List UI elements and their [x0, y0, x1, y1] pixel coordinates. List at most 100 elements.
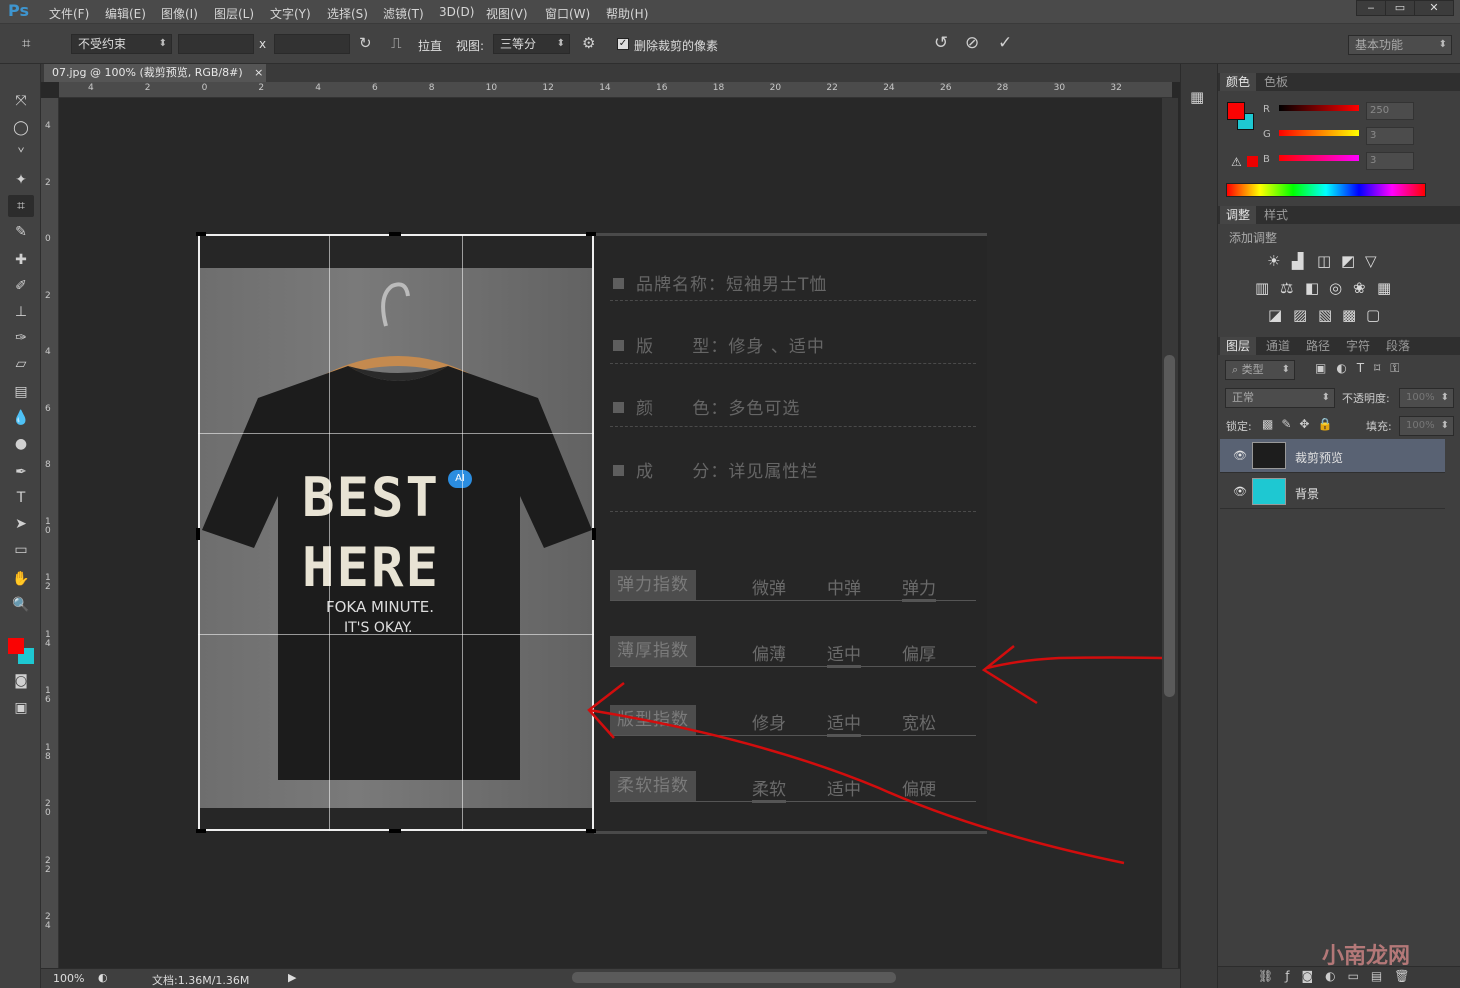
layer-filter-icons[interactable]: ▣◐T⌑⚿	[1315, 361, 1409, 376]
gamut-color-swatch[interactable]	[1247, 156, 1258, 167]
layer-row[interactable]: 👁 背景	[1220, 475, 1445, 509]
blue-slider[interactable]	[1279, 155, 1359, 161]
tab-character[interactable]: 字符	[1340, 337, 1376, 355]
green-value[interactable]: 3	[1366, 127, 1414, 145]
color-balance-icon[interactable]: ⚖	[1280, 279, 1293, 297]
eraser-icon[interactable]: ▱	[8, 353, 34, 375]
layer-name[interactable]: 背景	[1295, 485, 1319, 502]
layer-row-selected[interactable]: 👁 裁剪预览	[1220, 439, 1445, 473]
zoom-tool-icon[interactable]: 🔍	[8, 594, 34, 616]
crop-height-input[interactable]	[274, 34, 350, 54]
canvas-area[interactable]: 品牌名称：短袖男士T恤 版 型：修身 、适中 颜 色：多色可选 成 分：详见属性…	[59, 98, 1162, 968]
cancel-icon[interactable]: ⊘	[965, 33, 979, 53]
gear-icon[interactable]: ⚙	[582, 34, 595, 52]
hand-tool-icon[interactable]: ✋	[8, 568, 34, 590]
channel-mixer-icon[interactable]: ❀	[1353, 279, 1366, 297]
lasso-icon[interactable]: ᘁ	[8, 143, 34, 165]
tab-paths[interactable]: 路径	[1300, 337, 1336, 355]
tab-color[interactable]: 颜色	[1220, 73, 1257, 91]
healing-brush-icon[interactable]: ✚	[8, 249, 34, 271]
overlay-view-select[interactable]: 三等分	[493, 34, 570, 54]
blend-mode-select[interactable]: 正常	[1225, 388, 1335, 408]
menu-file[interactable]: 文件(F)	[49, 5, 89, 22]
layer-name[interactable]: 裁剪预览	[1295, 449, 1343, 466]
eyedropper-icon[interactable]: ✎	[8, 221, 34, 243]
brush-icon[interactable]: ✐	[8, 275, 34, 297]
magic-wand-icon[interactable]: ✦	[8, 169, 34, 191]
menu-select[interactable]: 选择(S)	[327, 5, 368, 22]
levels-icon[interactable]: ▟	[1292, 252, 1304, 270]
opacity-input[interactable]: 100%	[1399, 388, 1454, 408]
document-tab-close[interactable]: ×	[254, 66, 263, 79]
black-white-icon[interactable]: ◧	[1305, 279, 1319, 297]
rectangle-tool-icon[interactable]: ▭	[8, 539, 34, 561]
blur-icon[interactable]: 💧	[8, 407, 34, 429]
straighten-icon[interactable]: ⎍	[391, 34, 402, 52]
screen-mode-icon[interactable]: ▣	[8, 697, 34, 719]
color-spectrum[interactable]	[1226, 183, 1426, 197]
green-slider[interactable]	[1279, 130, 1359, 136]
layer-filter-select[interactable]: ⌕ 类型	[1225, 360, 1295, 380]
dodge-icon[interactable]: ●	[8, 433, 34, 455]
menu-type[interactable]: 文字(Y)	[270, 5, 311, 22]
stamp-icon[interactable]: ⊥	[8, 301, 34, 323]
document-tab[interactable]: 07.jpg @ 100% (裁剪预览, RGB/8#) ×	[44, 64, 266, 82]
tab-layers[interactable]: 图层	[1220, 337, 1257, 355]
tab-styles[interactable]: 样式	[1258, 206, 1294, 224]
move-tool-icon[interactable]: ⤧	[8, 90, 34, 112]
fg-color-swatch[interactable]	[1227, 102, 1245, 120]
brightness-icon[interactable]: ☀	[1267, 252, 1280, 270]
quick-mask-icon[interactable]: ◙	[8, 670, 34, 692]
crop-width-input[interactable]	[178, 34, 254, 54]
history-panel-icon[interactable]: ▦	[1190, 88, 1204, 106]
red-slider[interactable]	[1279, 105, 1359, 111]
delete-pixels-checkbox[interactable]: ✓	[617, 38, 629, 50]
invert-icon[interactable]: ◪	[1268, 306, 1282, 324]
layer-footer-icons[interactable]: ⛓ƒ◙◐▭▤🗑	[1258, 969, 1421, 983]
hue-sat-icon[interactable]: ▥	[1255, 279, 1269, 297]
status-menu-arrow-icon[interactable]: ▶	[288, 971, 296, 984]
menu-layer[interactable]: 图层(L)	[214, 5, 254, 22]
reset-icon[interactable]: ↺	[934, 33, 948, 53]
lock-icons[interactable]: ▩✎✥🔒	[1262, 417, 1340, 431]
menu-help[interactable]: 帮助(H)	[606, 5, 648, 22]
tab-adjustments[interactable]: 调整	[1220, 206, 1257, 224]
color-lookup-icon[interactable]: ▦	[1377, 279, 1391, 297]
curves-icon[interactable]: ◫	[1317, 252, 1331, 270]
posterize-icon[interactable]: ▨	[1293, 306, 1307, 324]
blue-value[interactable]: 3	[1366, 152, 1414, 170]
menu-filter[interactable]: 滤镜(T)	[383, 5, 424, 22]
commit-check-icon[interactable]: ✓	[998, 33, 1012, 53]
crop-tool-icon[interactable]: ⌗	[8, 195, 34, 217]
foreground-color-swatch[interactable]	[8, 638, 24, 654]
red-value[interactable]: 250	[1366, 102, 1414, 120]
gradient-icon[interactable]: ▤	[8, 381, 34, 403]
ellipse-marquee-icon[interactable]: ◯	[8, 117, 34, 139]
menu-edit[interactable]: 编辑(E)	[105, 5, 146, 22]
swap-icon[interactable]: ↻	[359, 34, 372, 52]
zoom-level[interactable]: 100%	[53, 972, 84, 985]
export-icon[interactable]: ◐	[98, 971, 108, 984]
minimize-button[interactable]: ‒	[1356, 0, 1386, 16]
document-info[interactable]: 文档:1.36M/1.36M	[152, 972, 249, 988]
menu-window[interactable]: 窗口(W)	[545, 5, 590, 22]
tab-paragraph[interactable]: 段落	[1380, 337, 1416, 355]
crop-tool-preset-icon[interactable]: ⌗	[22, 34, 30, 52]
tab-channels[interactable]: 通道	[1260, 337, 1296, 355]
eye-icon[interactable]: 👁	[1233, 449, 1247, 462]
menu-3d[interactable]: 3D(D)	[439, 5, 474, 19]
tab-swatches[interactable]: 色板	[1258, 73, 1294, 91]
exposure-icon[interactable]: ◩	[1341, 252, 1355, 270]
threshold-icon[interactable]: ▧	[1318, 306, 1332, 324]
menu-image[interactable]: 图像(I)	[161, 5, 198, 22]
vibrance-icon[interactable]: ▽	[1365, 252, 1377, 270]
gradient-map-icon[interactable]: ▩	[1342, 306, 1356, 324]
vertical-scroll-thumb[interactable]	[1164, 355, 1175, 697]
pen-icon[interactable]: ✒	[8, 461, 34, 483]
menu-view[interactable]: 视图(V)	[486, 5, 528, 22]
photo-filter-icon[interactable]: ◎	[1329, 279, 1342, 297]
fill-input[interactable]: 100%	[1399, 416, 1454, 436]
type-tool-icon[interactable]: T	[8, 487, 34, 509]
history-brush-icon[interactable]: ✑	[8, 327, 34, 349]
eye-icon[interactable]: 👁	[1233, 485, 1247, 498]
